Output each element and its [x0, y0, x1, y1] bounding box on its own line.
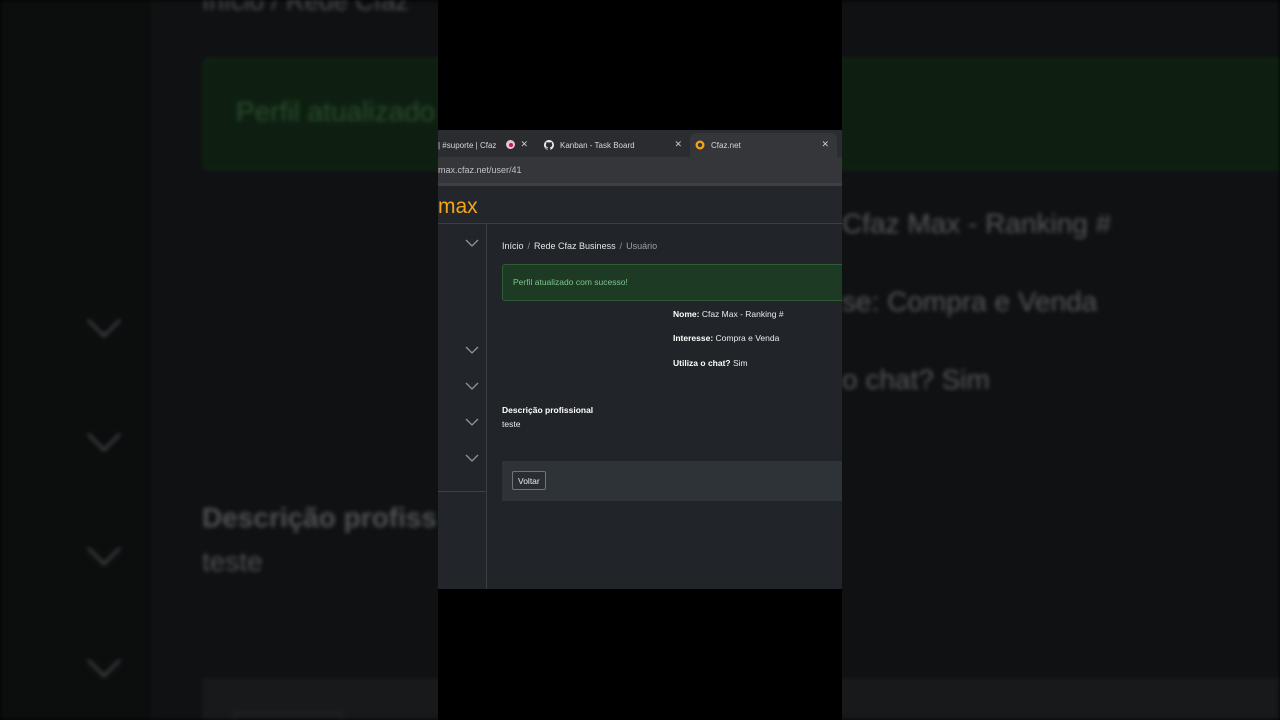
breadcrumb-home[interactable]: Início	[502, 241, 524, 251]
bg-interesse: se: Compra e Venda	[842, 286, 1098, 317]
sidebar	[438, 224, 487, 589]
bg-alert-text: Perfil atualizado	[236, 96, 436, 127]
success-alert: Perfil atualizado com sucesso!	[502, 264, 842, 301]
profile-interesse: Interesse: Compra e Venda	[673, 333, 779, 343]
breadcrumb-section[interactable]: Rede Cfaz Business	[534, 241, 616, 251]
recording-icon	[506, 140, 515, 149]
tab-cfaz[interactable]: Cfaz.net ✕	[690, 133, 837, 157]
main-content: Início / Rede Cfaz Business / Usuário Perfil…	[487, 224, 842, 589]
profile-chat: Utiliza o chat? Sim	[673, 358, 748, 368]
descricao-label: Descrição profissional	[502, 405, 594, 415]
bg-breadcrumb: Início / Rede Cfaz	[202, 0, 409, 16]
github-icon	[544, 140, 554, 150]
breadcrumb: Início / Rede Cfaz Business / Usuário	[502, 241, 657, 251]
cfaz-icon	[695, 140, 705, 150]
close-tab-icon[interactable]: ✕	[674, 139, 682, 150]
app-header: max	[438, 186, 842, 224]
sidebar-divider	[438, 491, 486, 492]
chevron-down-icon[interactable]	[465, 345, 479, 355]
card-footer: Voltar	[502, 461, 842, 501]
back-button[interactable]: Voltar	[512, 471, 546, 490]
chevron-down-icon[interactable]	[465, 238, 479, 248]
interesse-value: Compra e Venda	[715, 333, 780, 343]
tab-label: | #suporte | Cfaz	[438, 140, 497, 150]
logo[interactable]: max	[438, 195, 478, 219]
close-tab-icon[interactable]: ✕	[520, 139, 528, 150]
chevron-down-icon[interactable]	[465, 417, 479, 427]
bg-desc-label: Descrição profiss	[202, 502, 437, 533]
profile-nome: Nome: Cfaz Max - Ranking #	[673, 309, 784, 319]
tab-kanban[interactable]: Kanban - Task Board ✕	[543, 133, 690, 157]
breadcrumb-separator: /	[619, 241, 623, 251]
bg-chevron-down-icon	[86, 546, 122, 567]
tab-label: Kanban - Task Board	[560, 140, 635, 150]
alert-message: Perfil atualizado com sucesso!	[513, 277, 628, 287]
close-tab-icon[interactable]: ✕	[821, 139, 829, 150]
page-content: max Início / Rede Cfaz Business / Usuário Pe…	[438, 183, 842, 589]
tab-suporte[interactable]: | #suporte | Cfaz ✕	[438, 133, 538, 157]
bg-chevron-down-icon	[86, 658, 122, 679]
bg-sidebar	[0, 0, 153, 720]
descricao-value: teste	[502, 419, 521, 429]
bg-footer-button	[234, 712, 342, 720]
breadcrumb-separator: /	[527, 241, 531, 251]
chevron-down-icon[interactable]	[465, 453, 479, 463]
bg-chevron-down-icon	[86, 432, 122, 453]
breadcrumb-current: Usuário	[626, 241, 658, 251]
tab-label: Cfaz.net	[711, 140, 741, 150]
tab-bar: | #suporte | Cfaz ✕ Kanban - Task Board …	[438, 130, 842, 157]
chevron-down-icon[interactable]	[465, 381, 479, 391]
browser-window: | #suporte | Cfaz ✕ Kanban - Task Board …	[438, 130, 842, 589]
bg-chevron-down-icon	[86, 318, 122, 339]
interesse-label: Interesse:	[673, 333, 714, 343]
nome-label: Nome:	[673, 309, 700, 319]
bg-chat: o chat? Sim	[842, 364, 990, 395]
bg-nome: Cfaz Max - Ranking #	[842, 208, 1112, 239]
address-bar[interactable]: max.cfaz.net/user/41	[438, 157, 842, 183]
bg-desc-value: teste	[202, 546, 263, 577]
url-text: max.cfaz.net/user/41	[438, 165, 522, 175]
chat-label: Utiliza o chat?	[673, 358, 731, 368]
nome-value: Cfaz Max - Ranking #	[701, 309, 784, 319]
chat-value: Sim	[733, 358, 748, 368]
